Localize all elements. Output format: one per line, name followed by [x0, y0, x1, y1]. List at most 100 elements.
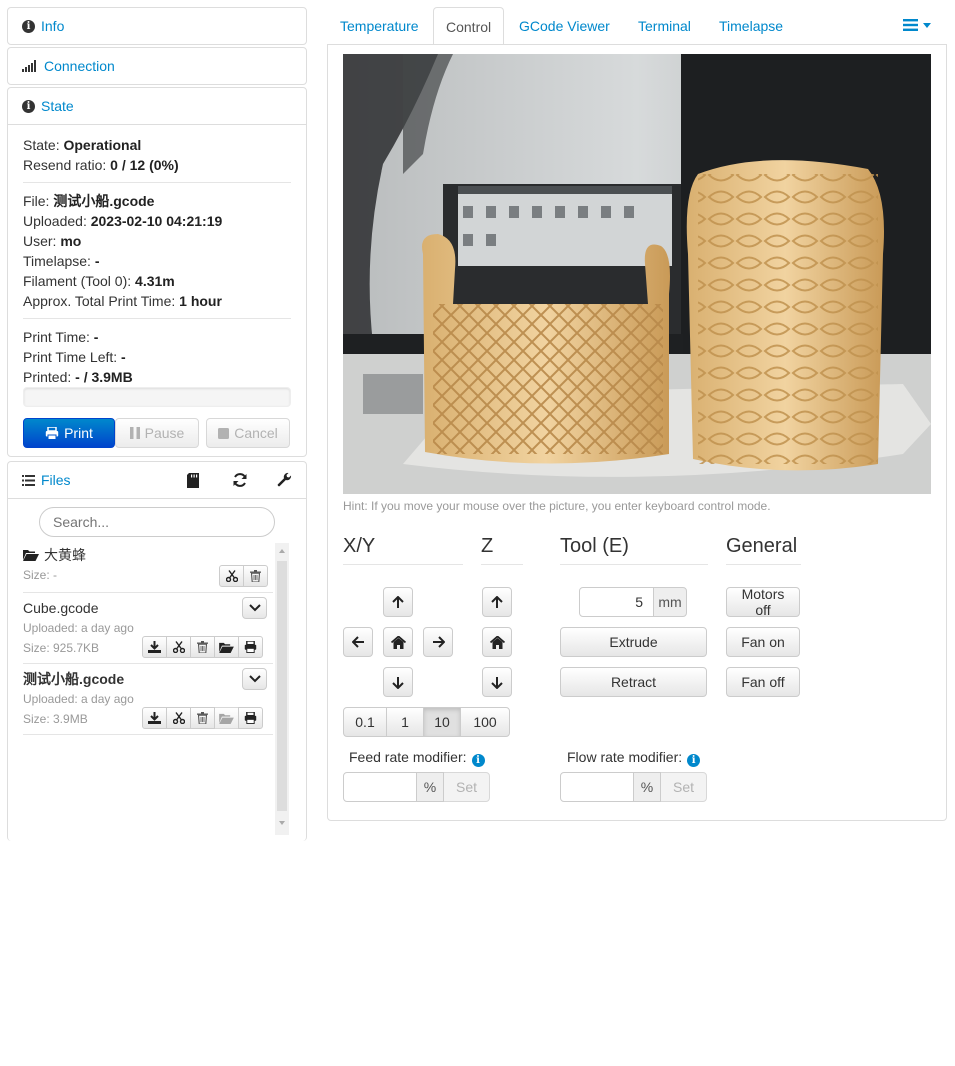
print-progress-bar	[23, 387, 291, 407]
home-icon	[390, 635, 406, 649]
jog-y-plus-button[interactable]	[383, 587, 413, 617]
expand-toggle-button[interactable]	[242, 668, 267, 690]
home-icon	[489, 635, 505, 649]
z-section-title: Z	[481, 535, 523, 565]
download-icon[interactable]	[142, 707, 167, 729]
feed-rate-label: Feed rate modifier: i	[349, 749, 485, 767]
hamburger-icon	[903, 19, 918, 31]
refresh-icon[interactable]	[232, 472, 248, 488]
folder-actions	[219, 565, 268, 587]
flow-rate-label: Flow rate modifier: i	[567, 749, 701, 767]
trash-icon[interactable]	[190, 636, 215, 658]
tab-overflow-menu[interactable]	[903, 19, 931, 31]
approx-print-time-line: Approx. Total Print Time: 1 hour	[23, 293, 222, 309]
print-time-left-value: -	[121, 349, 126, 365]
file-line: File: 测试小船.gcode	[23, 193, 155, 209]
files-search-input[interactable]	[39, 507, 275, 537]
sd-card-icon[interactable]	[187, 473, 199, 488]
extrude-button[interactable]: Extrude	[560, 627, 707, 657]
folder-name: 大黄蜂	[44, 547, 86, 563]
info-panel-header[interactable]: i Info	[8, 8, 306, 44]
cancel-button[interactable]: Cancel	[206, 418, 290, 448]
timelapse-line: Timelapse: -	[23, 253, 100, 269]
extrude-amount-input[interactable]: 5	[579, 587, 654, 617]
scissors-icon[interactable]	[166, 707, 191, 729]
flow-rate-set-button[interactable]: Set	[660, 772, 707, 802]
expand-toggle-button[interactable]	[242, 597, 267, 619]
connection-panel-header[interactable]: Connection	[8, 48, 306, 84]
arrow-up-icon	[392, 595, 404, 609]
files-panel-header[interactable]: Files	[8, 462, 306, 498]
caret-down-icon	[923, 22, 931, 28]
print-time-value: -	[93, 329, 99, 345]
step-10-button[interactable]: 10	[423, 707, 461, 737]
wrench-icon[interactable]	[276, 472, 292, 488]
trash-icon[interactable]	[190, 707, 215, 729]
user-line: User: mo	[23, 233, 82, 249]
jog-x-plus-button[interactable]	[423, 627, 453, 657]
folder-open-icon[interactable]	[214, 707, 239, 729]
printer-icon[interactable]	[238, 636, 263, 658]
file-name: Cube.gcode	[23, 600, 99, 616]
state-line: State: Operational	[23, 137, 142, 153]
printer-icon[interactable]	[238, 707, 263, 729]
step-0-1-button[interactable]: 0.1	[343, 707, 387, 737]
jog-z-plus-button[interactable]	[482, 587, 512, 617]
fan-off-button[interactable]: Fan off	[726, 667, 800, 697]
feed-rate-input[interactable]	[343, 772, 417, 802]
tab-timelapse[interactable]: Timelapse	[707, 7, 795, 45]
step-100-button[interactable]: 100	[460, 707, 510, 737]
pause-button-label: Pause	[144, 425, 185, 441]
feed-rate-set-button[interactable]: Set	[443, 772, 490, 802]
tab-terminal[interactable]: Terminal	[626, 7, 703, 45]
info-icon[interactable]: i	[471, 754, 485, 767]
fan-on-button[interactable]: Fan on	[726, 627, 800, 657]
file-actions	[142, 636, 263, 658]
pause-button[interactable]: Pause	[115, 418, 199, 448]
info-icon[interactable]: i	[687, 754, 701, 767]
arrow-up-icon	[491, 595, 503, 609]
home-xy-button[interactable]	[383, 627, 413, 657]
print-button[interactable]: Print	[23, 418, 115, 448]
xy-section-title: X/Y	[343, 535, 463, 565]
retract-button[interactable]: Retract	[560, 667, 707, 697]
state-panel-header[interactable]: i State	[8, 88, 306, 124]
jog-x-minus-button[interactable]	[343, 627, 373, 657]
webcam-stream[interactable]	[343, 54, 931, 494]
divider	[23, 318, 291, 319]
file-value: 测试小船.gcode	[53, 193, 155, 209]
jog-z-minus-button[interactable]	[482, 667, 512, 697]
info-panel-label: Info	[41, 18, 65, 34]
feed-rate-percent: %	[416, 772, 444, 802]
file-uploaded: Uploaded: a day ago	[23, 692, 134, 706]
files-scrollbar[interactable]	[275, 543, 289, 835]
scrollbar-thumb[interactable]	[277, 561, 287, 811]
download-icon[interactable]	[142, 636, 167, 658]
scissors-icon[interactable]	[166, 636, 191, 658]
resend-ratio-line: Resend ratio: 0 / 12 (0%)	[23, 157, 179, 173]
general-section-title: General	[726, 535, 801, 565]
tab-temperature[interactable]: Temperature	[328, 7, 431, 45]
state-value: Operational	[63, 137, 142, 153]
file-name: 测试小船.gcode	[23, 671, 125, 687]
timelapse-value: -	[94, 253, 100, 269]
trash-icon[interactable]	[243, 565, 268, 587]
state-panel-label: State	[41, 98, 74, 114]
step-1-button[interactable]: 1	[386, 707, 424, 737]
arrow-left-icon	[351, 636, 365, 648]
filament-line: Filament (Tool 0): 4.31m	[23, 273, 175, 289]
home-z-button[interactable]	[482, 627, 512, 657]
pause-icon	[129, 427, 140, 439]
printed-line: Printed: - / 3.9MB	[23, 369, 133, 385]
tab-gcode-viewer[interactable]: GCode Viewer	[507, 7, 622, 45]
folder-open-icon[interactable]	[214, 636, 239, 658]
files-panel-label: Files	[41, 472, 71, 488]
printer-icon	[45, 426, 59, 440]
motors-off-button[interactable]: Motors off	[726, 586, 800, 618]
print-time-left-line: Print Time Left: -	[23, 349, 126, 365]
tab-control[interactable]: Control	[433, 7, 504, 45]
scissors-icon[interactable]	[219, 565, 244, 587]
jog-y-minus-button[interactable]	[383, 667, 413, 697]
print-time-line: Print Time: -	[23, 329, 99, 345]
flow-rate-input[interactable]	[560, 772, 634, 802]
